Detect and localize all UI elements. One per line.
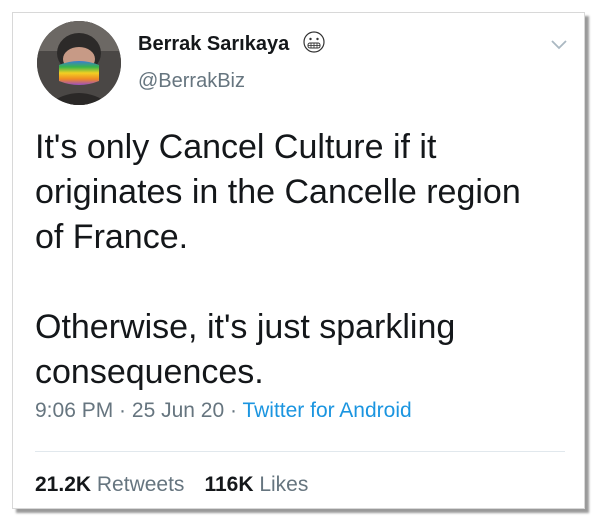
tweet-text: It's only Cancel Culture if it originate… <box>35 128 521 391</box>
retweets-label: Retweets <box>96 473 185 496</box>
meta-separator: · <box>113 399 132 422</box>
author-handle[interactable]: @BerrakBiz <box>138 70 245 93</box>
likes-stat[interactable]: 116K Likes <box>204 473 308 496</box>
author-display-name[interactable]: Berrak Sarıkaya <box>138 33 289 55</box>
grimacing-face-emoji-icon <box>303 31 325 59</box>
user-avatar-icon <box>37 21 121 105</box>
retweets-count: 21.2K <box>35 473 92 496</box>
author-name-row[interactable]: Berrak Sarıkaya <box>138 31 325 59</box>
chevron-down-icon[interactable] <box>551 37 567 55</box>
tweet-source-link[interactable]: Twitter for Android <box>242 399 411 422</box>
avatar[interactable] <box>37 21 121 105</box>
retweets-stat[interactable]: 21.2K Retweets <box>35 473 184 496</box>
likes-count: 116K <box>204 473 254 496</box>
tweet-date[interactable]: 25 Jun 20 <box>132 399 224 422</box>
engagement-stats: 21.2K Retweets 116K Likes <box>35 473 308 497</box>
likes-label: Likes <box>259 473 309 496</box>
tweet-metadata: 9:06 PM · 25 Jun 20 · Twitter for Androi… <box>35 399 412 423</box>
tweet-time[interactable]: 9:06 PM <box>35 399 113 422</box>
divider <box>35 451 565 452</box>
tweet-card: Berrak Sarıkaya @BerrakBiz It's only Can… <box>12 12 585 509</box>
meta-separator: · <box>224 399 243 422</box>
